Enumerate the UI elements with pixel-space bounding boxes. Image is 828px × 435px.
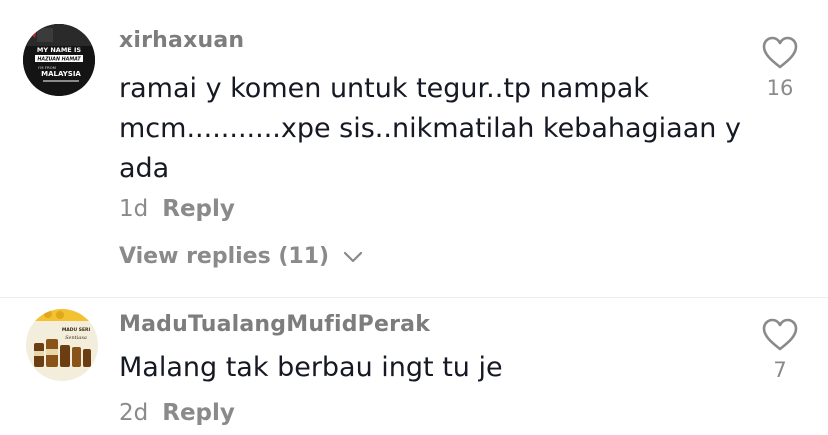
avatar[interactable]: MADU SERI Sentiasa — [26, 309, 98, 381]
comment-username[interactable]: xirhaxuan — [119, 28, 244, 53]
avatar-text-1: MY NAME IS — [37, 46, 81, 54]
reply-button[interactable]: Reply — [162, 400, 235, 426]
like-button[interactable]: 7 — [752, 318, 808, 382]
comment-age: 2d — [119, 400, 149, 426]
heart-outline-icon — [762, 318, 798, 351]
reply-button[interactable]: Reply — [162, 196, 235, 222]
comment-meta: 2d Reply — [119, 400, 235, 426]
view-replies-button[interactable]: View replies (11) — [119, 244, 363, 269]
avatar[interactable]: MY NAME IS HAZUAN HAMAT I'M FROM MALAYSI… — [23, 24, 95, 96]
chevron-down-icon — [343, 251, 362, 263]
like-button[interactable]: 16 — [752, 36, 808, 100]
like-count: 16 — [766, 76, 794, 100]
heart-outline-icon — [762, 36, 798, 69]
like-count: 7 — [773, 358, 787, 382]
avatar-text-2: HAZUAN HAMAT — [37, 57, 81, 63]
view-replies-label: View replies (11) — [119, 244, 330, 269]
avatar-image: MY NAME IS HAZUAN HAMAT I'M FROM MALAYSI… — [23, 24, 95, 96]
avatar-text-2: Sentiasa — [65, 335, 87, 341]
comment-text-line: mcm...........xpe sis..nikmatilah kebaha… — [119, 113, 741, 144]
comment-item: MY NAME IS HAZUAN HAMAT I'M FROM MALAYSI… — [0, 0, 828, 297]
comment-meta: 1d Reply — [119, 196, 235, 222]
comment-username[interactable]: MaduTualangMufidPerak — [119, 312, 430, 337]
comment-age: 1d — [119, 196, 149, 222]
avatar-text-4: MALAYSIA — [41, 70, 81, 78]
comment-text-line: ramai y komen untuk tegur..tp nampak — [119, 73, 649, 104]
comment-text-line: Malang tak berbau ingt tu je — [119, 352, 503, 383]
comment-text-line: ada — [119, 153, 170, 184]
avatar-image: MADU SERI Sentiasa — [26, 309, 98, 381]
comments-panel: MY NAME IS HAZUAN HAMAT I'M FROM MALAYSI… — [0, 0, 828, 435]
comment-item: MADU SERI Sentiasa MaduTualangMufidPerak… — [0, 298, 828, 435]
avatar-text-1: MADU SERI — [62, 327, 91, 333]
